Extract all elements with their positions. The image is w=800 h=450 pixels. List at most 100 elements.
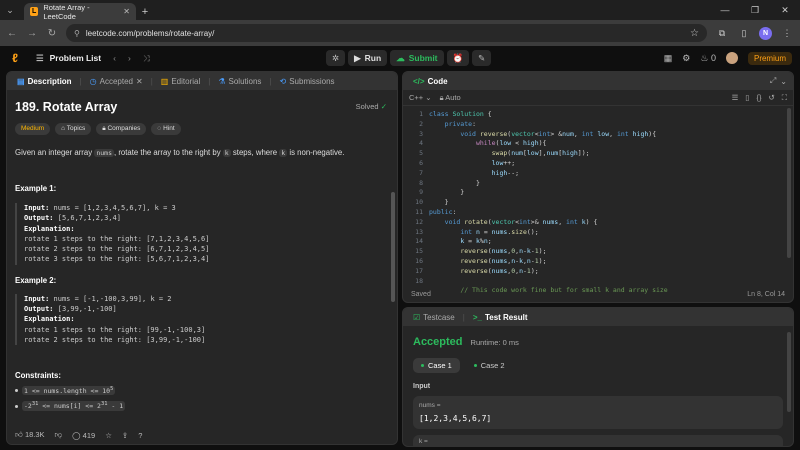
favorite-star-icon[interactable]: ☆ [105, 431, 112, 440]
case-1-tab[interactable]: Case 1 [413, 358, 460, 373]
share-icon[interactable]: ⇪ [122, 431, 128, 440]
profile-avatar[interactable]: N [759, 26, 772, 40]
back-icon[interactable]: ← [6, 28, 18, 39]
cursor-position: Ln 8, Col 14 [747, 290, 785, 298]
language-select[interactable]: C++ ⌄ [409, 93, 432, 102]
leetcode-logo-icon[interactable]: ℓ [8, 51, 22, 65]
problem-list-link[interactable]: Problem List [50, 53, 101, 63]
lock-icon: 🔒︎ [102, 125, 106, 132]
line-number: 14 [415, 237, 423, 246]
var-name: nums = [419, 402, 441, 409]
code-scrollbar[interactable] [787, 108, 791, 258]
tab-search-icon[interactable]: ⌄ [0, 0, 20, 20]
result-tabs: ☑ Testcase | >_ Test Result [403, 308, 793, 326]
fullscreen-icon[interactable]: ⛶ [782, 93, 787, 103]
tab-editorial-label: Editorial [171, 76, 201, 86]
tab-submissions-label: Submissions [289, 76, 335, 86]
shuffle-icon[interactable]: ⤨ [143, 53, 150, 64]
leetcode-navbar: ℓ ☰ Problem List ‹ › ⤨ ✲ ▶ Run ☁ Submit ⏰ … [0, 46, 800, 70]
close-window-icon[interactable]: ✕ [770, 0, 800, 20]
companies-chip[interactable]: 🔒︎ Companies [96, 123, 147, 135]
tab-description[interactable]: ▤ Description [13, 77, 76, 86]
example-explanation: rotate 1 steps to the right: [99,-1,-100… [24, 325, 206, 334]
comment-icon: ◯ [72, 430, 81, 440]
browser-tab[interactable]: L Rotate Array - LeetCode ✕ [24, 3, 136, 21]
prev-problem-icon[interactable]: ‹ [113, 53, 116, 63]
braces-icon[interactable]: {} [756, 93, 761, 103]
extensions-icon[interactable]: ⧉ [715, 28, 729, 39]
companies-label: Companies [107, 125, 141, 132]
tab-accepted[interactable]: ◷ Accepted ✕ [86, 77, 147, 86]
forward-icon[interactable]: → [26, 28, 38, 39]
topics-chip[interactable]: ⌂ Topics [55, 123, 92, 135]
description-scrollbar[interactable] [391, 192, 395, 302]
auto-mode-toggle[interactable]: 🔒︎ Auto [440, 93, 461, 103]
constraint-code: 1 <= nums.length <= 105 [22, 386, 116, 396]
maximize-panel-icon[interactable]: ⤢ [770, 76, 776, 86]
site-info-icon[interactable]: ⚲ [74, 29, 80, 38]
debug-button[interactable]: ✲ [326, 50, 346, 66]
premium-button[interactable]: Premium [747, 51, 792, 65]
case-2-tab[interactable]: Case 2 [466, 358, 513, 373]
tab-solutions[interactable]: ⚗ Solutions [214, 77, 265, 86]
minimize-icon[interactable]: — [710, 0, 740, 20]
list-item: -231 <= nums[i] <= 231 - 1 [15, 401, 389, 411]
problem-list-icon[interactable]: ☰ [36, 53, 44, 64]
inline-code: k [222, 149, 231, 157]
format-icon[interactable]: ☰ [732, 93, 739, 103]
example-label: Input: [24, 294, 50, 303]
tab-accepted-label: Accepted [99, 76, 133, 86]
result-scrollbar[interactable] [787, 332, 791, 412]
minimize-panel-icon[interactable]: ⌄ [780, 77, 787, 86]
tab-test-result[interactable]: >_ Test Result [469, 313, 532, 322]
user-avatar[interactable] [725, 52, 738, 64]
comments-button[interactable]: ◯ 419 [72, 431, 95, 440]
dislike-button[interactable]: 👎︎ [55, 430, 63, 440]
line-number: 6 [419, 158, 423, 167]
run-button[interactable]: ▶ Run [348, 50, 388, 66]
code-editor[interactable]: 1 2 3 4 5 6 7 8 9 10 11 12 13 14 15 16 1… [403, 106, 793, 296]
line-number: 10 [415, 198, 423, 207]
close-tab-accepted-icon[interactable]: ✕ [136, 77, 143, 86]
notes-button[interactable]: ✎ [472, 50, 492, 66]
reset-icon[interactable]: ↺ [768, 93, 774, 103]
thumbs-down-icon: 👎︎ [54, 430, 63, 439]
line-number: 4 [419, 139, 423, 148]
line-number: 2 [419, 119, 423, 128]
description-footer: 👍︎ 18.3K 👎︎ ◯ 419 ☆ ⇪ ? [7, 426, 397, 444]
tab-editorial[interactable]: ▥ Editorial [157, 77, 204, 86]
example-1-title: Example 1: [15, 184, 57, 193]
bookmark-icon[interactable]: ▯ [745, 93, 749, 103]
example-explanation: rotate 1 steps to the right: [7,1,2,3,4,… [24, 234, 210, 243]
next-problem-icon[interactable]: › [128, 53, 131, 63]
tab-testcase[interactable]: ☑ Testcase [409, 313, 459, 322]
tab-submissions[interactable]: ⟲ Submissions [276, 77, 339, 86]
line-number: 5 [419, 149, 423, 158]
reload-icon[interactable]: ↻ [46, 28, 58, 39]
help-icon[interactable]: ? [138, 431, 142, 440]
example-explanation: rotate 2 steps to the right: [3,99,-1,-1… [24, 335, 206, 344]
auto-mode-label: Auto [445, 92, 461, 102]
like-button[interactable]: 👍︎ 18.3K [15, 430, 45, 440]
example-output: [5,6,7,1,2,3,4] [57, 214, 121, 223]
url-bar[interactable]: ⚲ leetcode.com/problems/rotate-array/ ☆ [66, 24, 707, 42]
close-tab-icon[interactable]: ✕ [123, 7, 130, 16]
timer-button[interactable]: ⏰ [446, 50, 470, 66]
var-value: [1,2,3,4,5,6,7] [419, 414, 492, 423]
sidepanel-icon[interactable]: ▯ [737, 28, 751, 39]
example-input: nums = [1,2,3,4,5,6,7], k = 3 [53, 204, 176, 212]
new-tab-button[interactable]: + [136, 3, 154, 20]
verdict: Accepted [413, 336, 463, 348]
streak-counter[interactable]: ♨ 0 [700, 53, 716, 64]
hint-chip[interactable]: ◌ Hint [151, 123, 181, 135]
tab-code[interactable]: </> Code [409, 77, 452, 86]
difficulty-badge: Medium [15, 123, 51, 135]
menu-kebab-icon[interactable]: ⋮ [780, 28, 794, 39]
bookmark-star-icon[interactable]: ☆ [690, 28, 699, 39]
submit-button[interactable]: ☁ Submit [390, 50, 444, 66]
maximize-icon[interactable]: ❐ [740, 0, 770, 20]
like-count: 18.3K [24, 430, 45, 439]
settings-gear-icon[interactable]: ⚙ [682, 53, 690, 64]
line-number: 9 [419, 188, 423, 197]
layout-icon[interactable]: ▦ [664, 53, 673, 64]
